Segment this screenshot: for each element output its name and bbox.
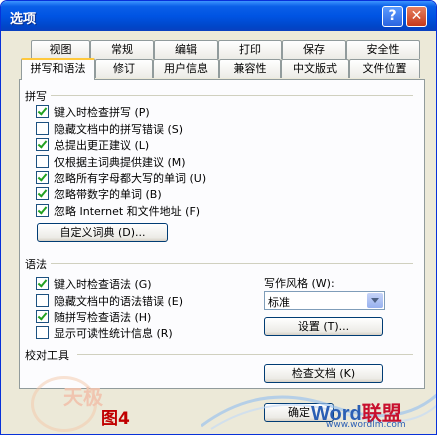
- checkbox[interactable]: [36, 105, 49, 118]
- option-label: 显示可读性统计信息 (R): [54, 327, 173, 340]
- option-label: 隐藏文档中的语法错误 (E): [54, 295, 184, 308]
- checkbox[interactable]: [36, 204, 49, 217]
- tab-save[interactable]: 保存: [282, 40, 346, 59]
- option-label: 键入时检查拼写 (P): [54, 106, 150, 119]
- checkbox[interactable]: [36, 294, 49, 307]
- tab-user-info[interactable]: 用户信息: [153, 59, 219, 78]
- checkbox[interactable]: [36, 310, 49, 323]
- option-label: 总提出更正建议 (L): [54, 139, 150, 152]
- spelling-divider: [51, 95, 413, 96]
- grammar-divider: [51, 263, 413, 264]
- proofing-section-title: 校对工具: [25, 349, 69, 362]
- tab-view[interactable]: 视图: [31, 40, 90, 59]
- spelling-section-title: 拼写: [25, 90, 47, 103]
- tab-print[interactable]: 打印: [218, 40, 282, 59]
- dropdown-arrow-icon[interactable]: [367, 293, 383, 308]
- option-label: 随拼写检查语法 (H): [54, 311, 152, 324]
- tab-file-locations[interactable]: 文件位置: [349, 59, 420, 78]
- tab-compatibility[interactable]: 兼容性: [219, 59, 281, 78]
- writing-style-select[interactable]: 标准: [264, 291, 385, 310]
- checkbox[interactable]: [36, 122, 49, 135]
- grammar-section-title: 语法: [25, 258, 47, 271]
- writing-style-value: 标准: [268, 296, 290, 309]
- option-label: 仅根据主词典提供建议 (M): [54, 156, 186, 169]
- tab-spelling-grammar[interactable]: 拼写和语法: [21, 58, 95, 80]
- tab-security[interactable]: 安全性: [346, 40, 420, 59]
- writing-style-label: 写作风格 (W):: [264, 277, 335, 290]
- checkbox[interactable]: [36, 326, 49, 339]
- option-label: 忽略 Internet 和文件地址 (F): [54, 205, 201, 218]
- checkbox[interactable]: [36, 187, 49, 200]
- grammar-settings-button[interactable]: 设置 (T)...: [264, 317, 383, 336]
- option-label: 键入时检查语法 (G): [54, 278, 152, 291]
- option-label: 忽略所有字母都大写的单词 (U): [54, 172, 207, 185]
- tab-edit[interactable]: 编辑: [154, 40, 218, 59]
- options-dialog: 选项 ? ✕ 视图 常规 编辑 打印 保存 安全性 拼写和语法 修订 用户信息 …: [0, 0, 437, 435]
- figure-label: 图4: [101, 409, 130, 429]
- checkbox[interactable]: [36, 138, 49, 151]
- option-label: 忽略带数字的单词 (B): [54, 188, 162, 201]
- custom-dictionaries-button[interactable]: 自定义词典 (D)...: [37, 223, 168, 242]
- checkbox[interactable]: [36, 171, 49, 184]
- watermark-left-text: 天极: [63, 385, 103, 409]
- tab-strip: 视图 常规 编辑 打印 保存 安全性 拼写和语法 修订 用户信息 兼容性 中文版…: [1, 1, 436, 81]
- checkbox[interactable]: [36, 155, 49, 168]
- checkbox[interactable]: [36, 277, 49, 290]
- option-label: 隐藏文档中的拼写错误 (S): [54, 123, 184, 136]
- watermark-url: www.wordlm.com: [326, 420, 406, 430]
- tab-chinese-layout[interactable]: 中文版式: [281, 59, 349, 78]
- tab-general[interactable]: 常规: [90, 40, 154, 59]
- proofing-divider: [77, 354, 413, 355]
- tab-track-changes[interactable]: 修订: [95, 59, 153, 78]
